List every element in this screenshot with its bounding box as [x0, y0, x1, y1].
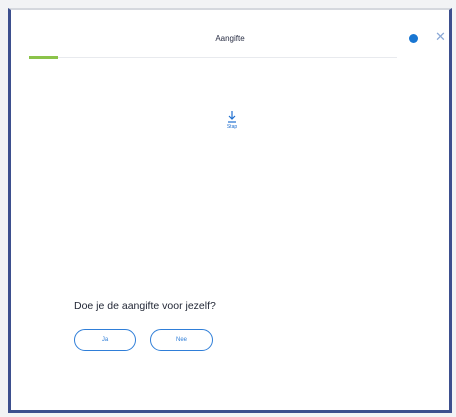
close-icon[interactable]: ✕	[435, 30, 446, 43]
question-text: Doe je de aangifte voor jezelf?	[74, 300, 216, 312]
dialog-header: Aangifte ✕	[11, 10, 449, 56]
yes-button[interactable]: Ja	[74, 329, 136, 351]
no-button[interactable]: Nee	[150, 329, 213, 351]
dialog-title: Aangifte	[215, 34, 245, 43]
help-dot-icon[interactable]	[409, 34, 418, 43]
step-marker-icon	[228, 111, 236, 123]
progress-bar	[29, 56, 397, 59]
progress-bar-fill	[29, 56, 59, 59]
dialog-window: Aangifte ✕ Stap Doe je de aangifte voor …	[8, 8, 452, 413]
step-label: Stap	[226, 124, 238, 130]
